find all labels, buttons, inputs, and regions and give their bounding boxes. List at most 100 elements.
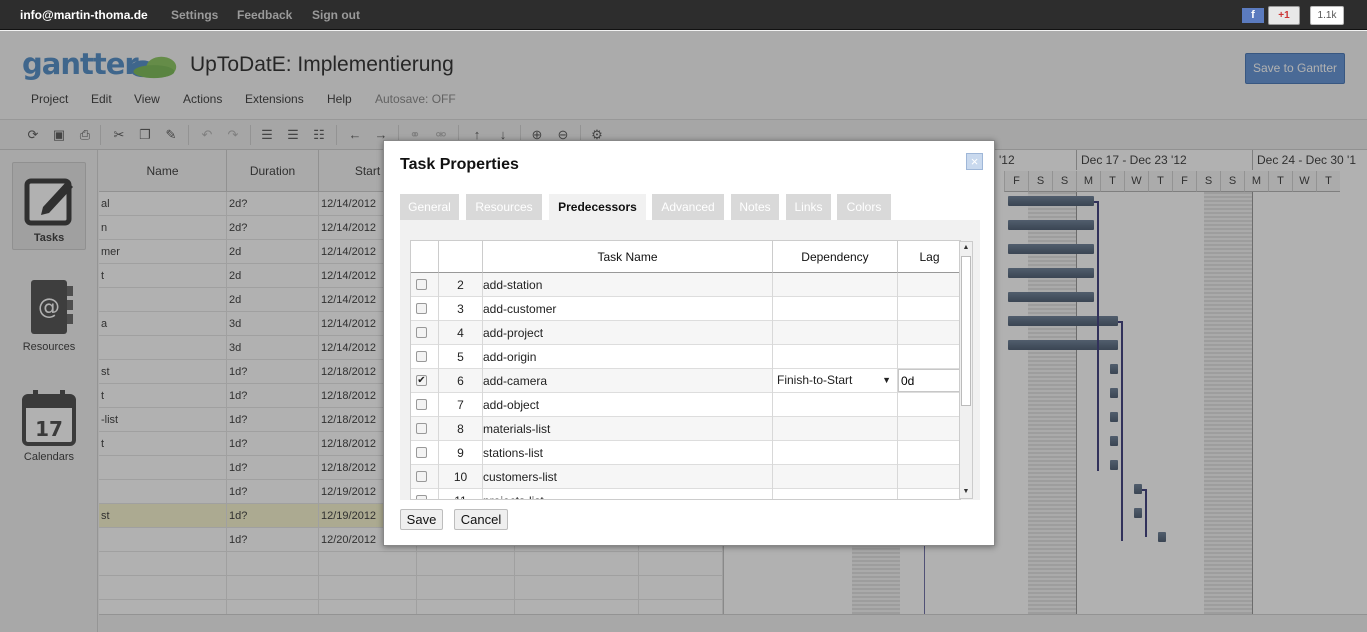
- lag-input[interactable]: [898, 369, 960, 392]
- predecessor-row[interactable]: 10 customers-list: [411, 465, 960, 489]
- tab-resources[interactable]: Resources: [466, 194, 542, 220]
- task-name-cell: add-project: [483, 321, 773, 345]
- lag-cell[interactable]: [898, 369, 960, 393]
- task-id-cell: 4: [439, 321, 483, 345]
- chevron-down-icon[interactable]: ▼: [882, 369, 891, 392]
- tab-advanced[interactable]: Advanced: [652, 194, 724, 220]
- lag-cell[interactable]: [898, 345, 960, 369]
- dependency-cell[interactable]: [773, 321, 898, 345]
- predecessor-checkbox[interactable]: [416, 447, 427, 458]
- close-icon[interactable]: ×: [966, 153, 983, 170]
- dependency-cell[interactable]: Finish-to-Start ▼: [773, 369, 898, 393]
- predecessor-row[interactable]: 9 stations-list: [411, 441, 960, 465]
- select-cell: [411, 465, 439, 489]
- task-id-cell: 2: [439, 273, 483, 297]
- predecessor-checkbox[interactable]: [416, 351, 427, 362]
- dependency-cell[interactable]: [773, 273, 898, 297]
- predecessor-checkbox[interactable]: [416, 423, 427, 434]
- task-id-cell: 7: [439, 393, 483, 417]
- task-id-cell: 6: [439, 369, 483, 393]
- predecessor-row[interactable]: 11projects-list: [411, 489, 960, 499]
- tab-links[interactable]: Links: [786, 194, 831, 220]
- scroll-up-icon[interactable]: ▲: [961, 243, 971, 253]
- select-cell: ✔: [411, 369, 439, 393]
- predecessor-checkbox[interactable]: [416, 495, 427, 499]
- predecessor-checkbox[interactable]: [416, 399, 427, 410]
- task-name-cell: customers-list: [483, 465, 773, 489]
- column-header-id: [439, 241, 483, 273]
- task-name-cell: add-customer: [483, 297, 773, 321]
- dependency-cell[interactable]: [773, 465, 898, 489]
- user-email: info@martin-thoma.de: [20, 8, 148, 22]
- select-cell: [411, 345, 439, 369]
- task-id-cell: 10: [439, 465, 483, 489]
- task-id-cell: 3: [439, 297, 483, 321]
- dependency-value: Finish-to-Start: [777, 373, 853, 387]
- cancel-button[interactable]: Cancel: [454, 509, 508, 530]
- predecessor-row[interactable]: 4 add-project: [411, 321, 960, 345]
- predecessor-row[interactable]: 2 add-station: [411, 273, 960, 297]
- lag-cell[interactable]: [898, 321, 960, 345]
- task-id-cell: 5: [439, 345, 483, 369]
- lag-cell[interactable]: [898, 441, 960, 465]
- dialog-title: Task Properties: [400, 156, 519, 173]
- tab-notes[interactable]: Notes: [731, 194, 779, 220]
- save-button[interactable]: Save: [400, 509, 443, 530]
- dependency-cell[interactable]: [773, 417, 898, 441]
- settings-link[interactable]: Settings: [171, 8, 218, 22]
- predecessor-row[interactable]: 8 materials-list: [411, 417, 960, 441]
- lag-cell[interactable]: [898, 393, 960, 417]
- lag-cell[interactable]: [898, 273, 960, 297]
- predecessor-row[interactable]: 5 add-origin: [411, 345, 960, 369]
- task-id-cell: 9: [439, 441, 483, 465]
- lag-cell[interactable]: [898, 489, 960, 499]
- select-cell: [411, 441, 439, 465]
- sign-out-link[interactable]: Sign out: [312, 8, 360, 22]
- dependency-cell[interactable]: [773, 489, 898, 499]
- dependency-cell[interactable]: [773, 345, 898, 369]
- task-name-cell: add-station: [483, 273, 773, 297]
- scroll-thumb[interactable]: [961, 256, 971, 406]
- predecessor-checkbox[interactable]: [416, 327, 427, 338]
- predecessor-checkbox[interactable]: [416, 279, 427, 290]
- select-cell: [411, 273, 439, 297]
- dependency-cell[interactable]: [773, 441, 898, 465]
- task-id-cell: 8: [439, 417, 483, 441]
- tab-predecessors[interactable]: Predecessors: [549, 194, 646, 221]
- task-name-cell: stations-list: [483, 441, 773, 465]
- select-cell: [411, 417, 439, 441]
- lag-cell[interactable]: [898, 465, 960, 489]
- select-cell: [411, 297, 439, 321]
- predecessor-checkbox[interactable]: [416, 303, 427, 314]
- task-name-cell: add-camera: [483, 369, 773, 393]
- task-name-cell: projects-list: [483, 489, 773, 499]
- dependency-cell[interactable]: [773, 297, 898, 321]
- predecessor-row[interactable]: 3 add-customer: [411, 297, 960, 321]
- predecessor-checkbox[interactable]: ✔: [416, 375, 427, 386]
- google-plus-button[interactable]: +1: [1268, 6, 1300, 25]
- facebook-icon[interactable]: f: [1242, 8, 1264, 23]
- task-id-cell: 11: [439, 489, 483, 499]
- task-name-cell: add-object: [483, 393, 773, 417]
- predecessor-checkbox[interactable]: [416, 471, 427, 482]
- scroll-down-icon[interactable]: ▼: [961, 487, 971, 497]
- predecessor-row[interactable]: 7 add-object: [411, 393, 960, 417]
- top-bar: info@martin-thoma.de Settings Feedback S…: [0, 0, 1367, 30]
- predecessor-row[interactable]: ✔ 6 add-camera Finish-to-Start ▼: [411, 369, 960, 393]
- task-properties-dialog: Task Properties × General Resources Pred…: [383, 140, 995, 546]
- lag-cell[interactable]: [898, 417, 960, 441]
- column-header-dependency: Dependency: [773, 241, 898, 273]
- lag-cell[interactable]: [898, 297, 960, 321]
- feedback-link[interactable]: Feedback: [237, 8, 292, 22]
- predecessors-table: Task Name Dependency Lag 2 add-station 3 ad…: [410, 240, 961, 500]
- dependency-cell[interactable]: [773, 393, 898, 417]
- select-cell: [411, 489, 439, 499]
- dependency-select[interactable]: Finish-to-Start ▼: [773, 369, 897, 392]
- google-plus-count: 1.1k: [1310, 6, 1344, 25]
- task-name-cell: materials-list: [483, 417, 773, 441]
- predecessors-vertical-scrollbar[interactable]: ▲ ▼: [959, 241, 973, 499]
- tab-colors[interactable]: Colors: [837, 194, 891, 220]
- select-cell: [411, 321, 439, 345]
- select-cell: [411, 393, 439, 417]
- tab-general[interactable]: General: [400, 194, 459, 220]
